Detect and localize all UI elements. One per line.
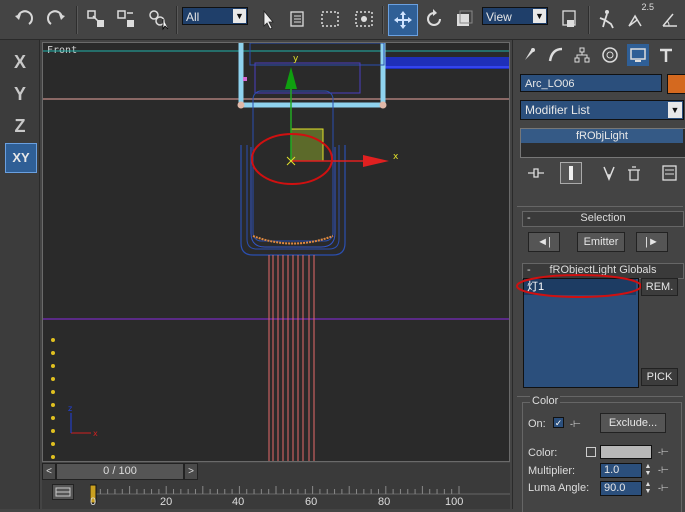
scene-frame bbox=[238, 43, 386, 108]
multiplier-spinner[interactable]: ▲ ▼ bbox=[643, 463, 653, 478]
modifier-stack[interactable]: fRObjLight bbox=[520, 128, 685, 158]
configure-sets-icon[interactable] bbox=[660, 164, 680, 182]
multiplier-field[interactable]: 1.0 bbox=[600, 463, 642, 478]
time-prev-button[interactable]: < bbox=[42, 463, 56, 480]
chevron-down-icon: ▼ bbox=[668, 102, 682, 118]
remove-button[interactable]: REM. bbox=[641, 278, 678, 296]
chevron-down-icon: ▼ bbox=[233, 9, 246, 23]
selection-filter-value: All bbox=[186, 10, 200, 24]
axis-y-button[interactable]: Y bbox=[5, 80, 35, 108]
on-label: On: bbox=[528, 418, 546, 430]
pin-icon[interactable]: -⊢ bbox=[658, 465, 670, 475]
modifier-stack-item[interactable]: fRObjLight bbox=[521, 129, 683, 143]
color-preview-small bbox=[586, 447, 596, 457]
hierarchy-tab-icon[interactable] bbox=[571, 44, 593, 66]
object-color-swatch[interactable] bbox=[667, 74, 685, 94]
gizmo-x-label: x bbox=[393, 152, 399, 162]
exclude-button[interactable]: Exclude... bbox=[600, 413, 666, 433]
time-slider[interactable]: < 0 / 100 > bbox=[42, 463, 510, 480]
stack-toolbar bbox=[520, 162, 684, 184]
luma-angle-spinner[interactable]: ▲ ▼ bbox=[643, 481, 653, 496]
utilities-tab-icon[interactable] bbox=[655, 44, 677, 66]
chevron-down-icon: ▼ bbox=[533, 9, 546, 23]
color-group-title: Color bbox=[530, 395, 561, 407]
redo-icon[interactable] bbox=[42, 4, 70, 34]
angle-snap-icon[interactable] bbox=[656, 4, 684, 34]
gizmo-y-label: y bbox=[293, 54, 299, 64]
modify-tab-icon[interactable] bbox=[545, 44, 567, 66]
link-icon[interactable] bbox=[82, 4, 110, 34]
pivot-icon[interactable] bbox=[556, 4, 584, 34]
snap-value-label: 2.5 bbox=[641, 2, 654, 12]
make-unique-icon[interactable] bbox=[602, 164, 622, 182]
track-tick-label: 20 bbox=[160, 496, 173, 508]
axis-x-button[interactable]: X bbox=[5, 48, 35, 76]
display-tab-icon[interactable] bbox=[627, 44, 649, 66]
collapse-icon: - bbox=[527, 212, 531, 224]
pin-icon[interactable]: -⊢ bbox=[570, 419, 582, 429]
luma-angle-label: Luma Angle: bbox=[528, 482, 590, 494]
track-tick-label: 80 bbox=[378, 496, 391, 508]
window-crossing-icon[interactable] bbox=[350, 4, 378, 34]
remove-modifier-icon[interactable] bbox=[624, 164, 644, 182]
modifier-list-label: Modifier List bbox=[525, 103, 590, 117]
pin-icon[interactable]: -⊢ bbox=[658, 483, 670, 493]
rotate-icon[interactable] bbox=[420, 4, 448, 34]
multiplier-label: Multiplier: bbox=[528, 465, 576, 477]
rect-region-icon[interactable] bbox=[316, 4, 344, 34]
time-next-button[interactable]: > bbox=[184, 463, 198, 480]
create-tab-icon[interactable] bbox=[519, 44, 541, 66]
axis-constraint-bar: X Y Z XY bbox=[0, 40, 40, 509]
color-label: Color: bbox=[528, 447, 558, 459]
pin-stack-icon[interactable] bbox=[526, 164, 546, 182]
time-slider-thumb[interactable]: 0 / 100 bbox=[56, 463, 184, 480]
curve-editor-icon[interactable] bbox=[52, 484, 74, 500]
axis-xy-button[interactable]: XY bbox=[5, 143, 37, 173]
axis-z-button[interactable]: Z bbox=[5, 112, 35, 140]
command-panel: Arc_LO06 Modifier List ▼ fRObjLight - Se… bbox=[512, 40, 685, 512]
pin-icon[interactable]: -⊢ bbox=[658, 447, 670, 457]
emitter-button[interactable]: Emitter bbox=[577, 232, 625, 252]
select-by-name-icon[interactable] bbox=[284, 4, 312, 34]
scale-icon[interactable] bbox=[450, 4, 478, 34]
bind-spacewarp-icon[interactable] bbox=[144, 4, 172, 34]
track-tick-label: 60 bbox=[305, 496, 318, 508]
track-bar[interactable]: 0 20 40 60 80 100 bbox=[42, 480, 510, 509]
select-object-icon[interactable] bbox=[254, 4, 282, 34]
unlink-icon[interactable] bbox=[112, 4, 140, 34]
track-tick-label: 0 bbox=[90, 496, 97, 508]
gizmo-x-arrow bbox=[363, 155, 389, 167]
selection-rollout-header[interactable]: - Selection bbox=[522, 211, 684, 227]
undo-icon[interactable] bbox=[10, 4, 38, 34]
gizmo-y-arrow bbox=[285, 67, 297, 89]
triad-z-label: z bbox=[68, 404, 72, 413]
annotation-ellipse bbox=[516, 274, 642, 298]
selection-rollout-title: Selection bbox=[580, 212, 626, 224]
object-name-field[interactable]: Arc_LO06 bbox=[520, 74, 662, 92]
triad-x-label: x bbox=[93, 429, 98, 438]
reference-coordinate-dropdown[interactable]: View ▼ bbox=[482, 7, 548, 25]
move-icon[interactable] bbox=[388, 4, 418, 36]
show-end-result-icon[interactable] bbox=[560, 162, 582, 184]
reference-coordinate-value: View bbox=[486, 10, 512, 24]
luma-angle-field[interactable]: 90.0 bbox=[600, 481, 642, 496]
track-tick-label: 100 bbox=[445, 496, 464, 508]
light-color-swatch[interactable] bbox=[600, 445, 652, 459]
motion-tab-icon[interactable] bbox=[599, 44, 621, 66]
modifier-list-dropdown[interactable]: Modifier List ▼ bbox=[520, 100, 684, 120]
track-tick-label: 40 bbox=[232, 496, 245, 508]
select-next-button[interactable]: |► bbox=[636, 232, 668, 252]
selection-filter-dropdown[interactable]: All ▼ bbox=[182, 7, 248, 25]
viewport-scene: y x x z bbox=[43, 43, 509, 461]
pick-button[interactable]: PICK bbox=[641, 368, 678, 386]
select-prev-button[interactable]: ◄| bbox=[528, 232, 560, 252]
snap-icon[interactable]: 2.5 bbox=[622, 2, 654, 34]
front-viewport[interactable]: Front y x x z bbox=[42, 42, 510, 462]
mirror-icon[interactable] bbox=[592, 4, 620, 34]
on-checkbox[interactable]: ✓ bbox=[553, 417, 564, 428]
main-toolbar: All ▼ View ▼ 2.5 bbox=[0, 0, 685, 40]
